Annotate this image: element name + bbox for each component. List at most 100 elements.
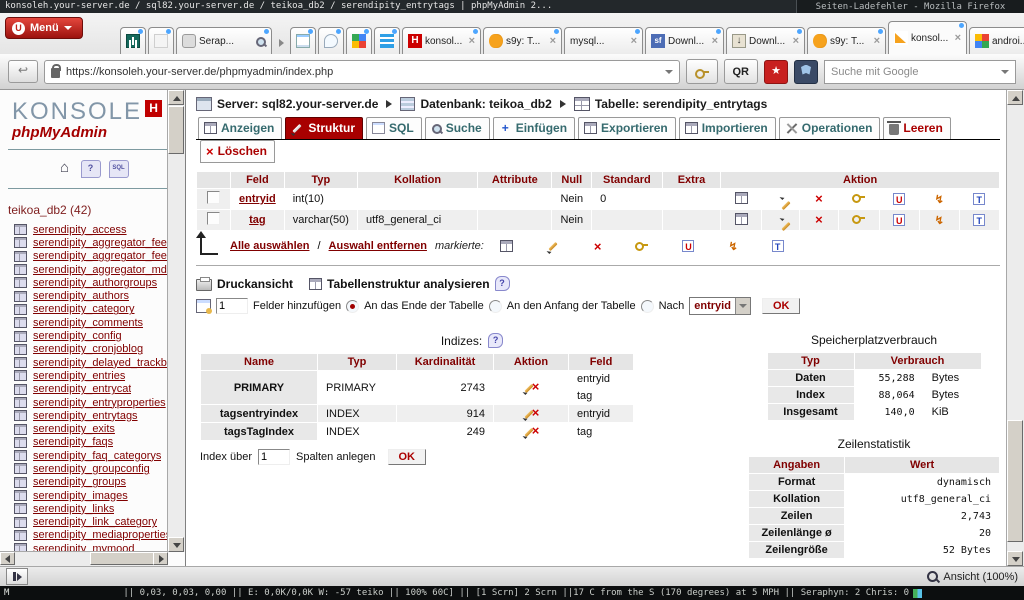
radio-table-end[interactable]	[346, 300, 359, 313]
scroll-left-button[interactable]	[0, 552, 15, 565]
table-list-item[interactable]: serendipity_mediaproperties	[14, 529, 185, 542]
table-link[interactable]: serendipity_delayed_trackbacks	[33, 357, 185, 369]
radio-table-begin[interactable]	[489, 300, 502, 313]
table-link[interactable]: serendipity_comments	[33, 317, 143, 329]
icon-tab-google[interactable]	[346, 27, 372, 54]
table-link[interactable]: serendipity_groups	[33, 476, 126, 488]
sql-window-icon[interactable]: SQL	[109, 160, 129, 178]
table-link[interactable]: serendipity_aggregator_feeds	[33, 250, 179, 262]
table-link[interactable]: serendipity_exits	[33, 423, 115, 435]
tab-scroll-button[interactable]	[274, 32, 288, 54]
icon-tab-bars[interactable]	[374, 27, 400, 54]
url-bar[interactable]: https://konsoleh.your-server.de/phpmyadm…	[44, 60, 680, 84]
table-link[interactable]: serendipity_aggregator_feedcat	[33, 237, 185, 249]
content-vertical-scrollbar[interactable]	[1006, 90, 1024, 566]
after-field-select[interactable]: entryid	[689, 297, 751, 315]
table-link[interactable]: serendipity_entries	[33, 370, 125, 382]
tab-s9y-1[interactable]: s9y: T... ×	[483, 27, 562, 54]
table-list-item[interactable]: serendipity_aggregator_md5	[14, 263, 185, 276]
sidebar-horizontal-scrollbar[interactable]	[0, 551, 168, 566]
scrollbar-thumb[interactable]	[90, 552, 160, 565]
table-link[interactable]: serendipity_authors	[33, 290, 129, 302]
table-link[interactable]: serendipity_authorgroups	[33, 277, 157, 289]
tab-anzeigen[interactable]: Anzeigen	[198, 117, 282, 139]
close-icon[interactable]: ×	[793, 36, 799, 46]
field-link[interactable]: tag	[249, 214, 266, 226]
browse-values-icon[interactable]	[500, 240, 513, 252]
help-icon[interactable]: ?	[495, 276, 510, 291]
radio-after-label[interactable]: Nach	[659, 300, 685, 312]
tab-sql[interactable]: SQL	[366, 117, 422, 139]
table-link[interactable]: serendipity_entryproperties	[33, 397, 166, 409]
tab-einfuegen[interactable]: +Einfügen	[493, 117, 575, 139]
table-link[interactable]: serendipity_aggregator_md5	[33, 264, 173, 276]
table-link[interactable]: serendipity_groupconfig	[33, 463, 150, 475]
url-text[interactable]: https://konsoleh.your-server.de/phpmyadm…	[66, 66, 333, 78]
fulltext-icon[interactable]: T	[772, 240, 784, 252]
tab-konsoleh[interactable]: H konsol... ×	[402, 27, 481, 54]
table-list-item[interactable]: serendipity_category	[14, 303, 185, 316]
browse-values-icon[interactable]	[735, 213, 748, 225]
index-icon[interactable]: ↯	[935, 194, 944, 206]
create-index-ok-button[interactable]: OK	[388, 449, 427, 465]
table-list-item[interactable]: serendipity_aggregator_feedcat	[14, 236, 185, 249]
url-dropdown-icon[interactable]	[665, 70, 673, 74]
scroll-up-button[interactable]	[1007, 90, 1023, 105]
home-icon[interactable]: ⌂	[57, 160, 73, 176]
primary-key-icon[interactable]	[852, 215, 865, 223]
field-link[interactable]: entryid	[239, 193, 276, 205]
table-list-item[interactable]: serendipity_access	[14, 223, 185, 236]
table-list-item[interactable]: serendipity_delayed_trackbacks	[14, 356, 185, 369]
current-database-label[interactable]: teikoa_db2 (42)	[0, 195, 185, 223]
scroll-down-button[interactable]	[168, 537, 184, 552]
row-checkbox[interactable]	[207, 191, 220, 204]
table-link[interactable]: serendipity_link_category	[33, 516, 157, 528]
tab-operationen[interactable]: Operationen	[779, 117, 881, 139]
tab-exportieren[interactable]: Exportieren	[578, 117, 676, 139]
help-icon[interactable]: ?	[488, 333, 503, 348]
uncheck-all-link[interactable]: Auswahl entfernen	[329, 240, 427, 252]
unique-icon[interactable]: U	[893, 193, 905, 205]
table-link[interactable]: serendipity_mediaproperties	[33, 529, 171, 541]
table-list-item[interactable]: serendipity_entrycat	[14, 383, 185, 396]
sidebar-vertical-scrollbar[interactable]	[167, 90, 185, 552]
table-list-item[interactable]: serendipity_entryproperties	[14, 396, 185, 409]
app-tab-green[interactable]	[120, 27, 146, 54]
radio-table-end-label[interactable]: An das Ende der Tabelle	[364, 300, 484, 312]
tab-importieren[interactable]: Importieren	[679, 117, 776, 139]
unique-icon[interactable]: U	[682, 240, 694, 252]
close-icon[interactable]: ×	[631, 36, 637, 46]
scrollbar-thumb[interactable]	[1007, 420, 1023, 542]
tab-phpmyadmin-active[interactable]: konsol... ×	[888, 21, 967, 54]
table-list-item[interactable]: serendipity_authorgroups	[14, 276, 185, 289]
index-icon[interactable]: ↯	[935, 215, 944, 227]
table-link[interactable]: serendipity_faq_categorys	[33, 450, 161, 462]
table-list-item[interactable]: serendipity_comments	[14, 316, 185, 329]
panel-toggle-button[interactable]	[6, 568, 28, 585]
pocket-button[interactable]: ★	[764, 60, 788, 84]
unique-icon[interactable]: U	[893, 214, 905, 226]
table-link[interactable]: serendipity_images	[33, 490, 128, 502]
search-panel-tab[interactable]: Serap...	[176, 27, 272, 54]
close-icon[interactable]: ×	[712, 36, 718, 46]
print-view-link[interactable]: Druckansicht	[196, 276, 293, 291]
table-list-item[interactable]: serendipity_authors	[14, 289, 185, 302]
table-list-item[interactable]: serendipity_images	[14, 489, 185, 502]
tab-s9y-2[interactable]: s9y: T... ×	[807, 27, 886, 54]
index-icon[interactable]: ↯	[728, 240, 737, 253]
table-list-item[interactable]: serendipity_entrytags	[14, 409, 185, 422]
close-icon[interactable]: ×	[469, 36, 475, 46]
table-link[interactable]: serendipity_cronjoblog	[33, 343, 143, 355]
breadcrumb-table[interactable]: Tabelle: serendipity_entrytags	[574, 97, 768, 111]
breadcrumb-server[interactable]: Server: sql82.your-server.de	[196, 97, 378, 111]
select-dropdown-button[interactable]	[735, 298, 750, 314]
table-list-item[interactable]: serendipity_exits	[14, 422, 185, 435]
scroll-down-button[interactable]	[1007, 551, 1023, 566]
radio-table-begin-label[interactable]: An den Anfang der Tabelle	[507, 300, 636, 312]
tab-android[interactable]: androi... ×	[969, 27, 1024, 54]
fulltext-icon[interactable]: T	[973, 214, 985, 226]
scrollbar-thumb[interactable]	[168, 106, 184, 154]
close-icon[interactable]: ×	[874, 36, 880, 46]
tab-download-sf[interactable]: sf Downl... ×	[645, 27, 724, 54]
tab-leeren[interactable]: Leeren	[883, 117, 950, 139]
